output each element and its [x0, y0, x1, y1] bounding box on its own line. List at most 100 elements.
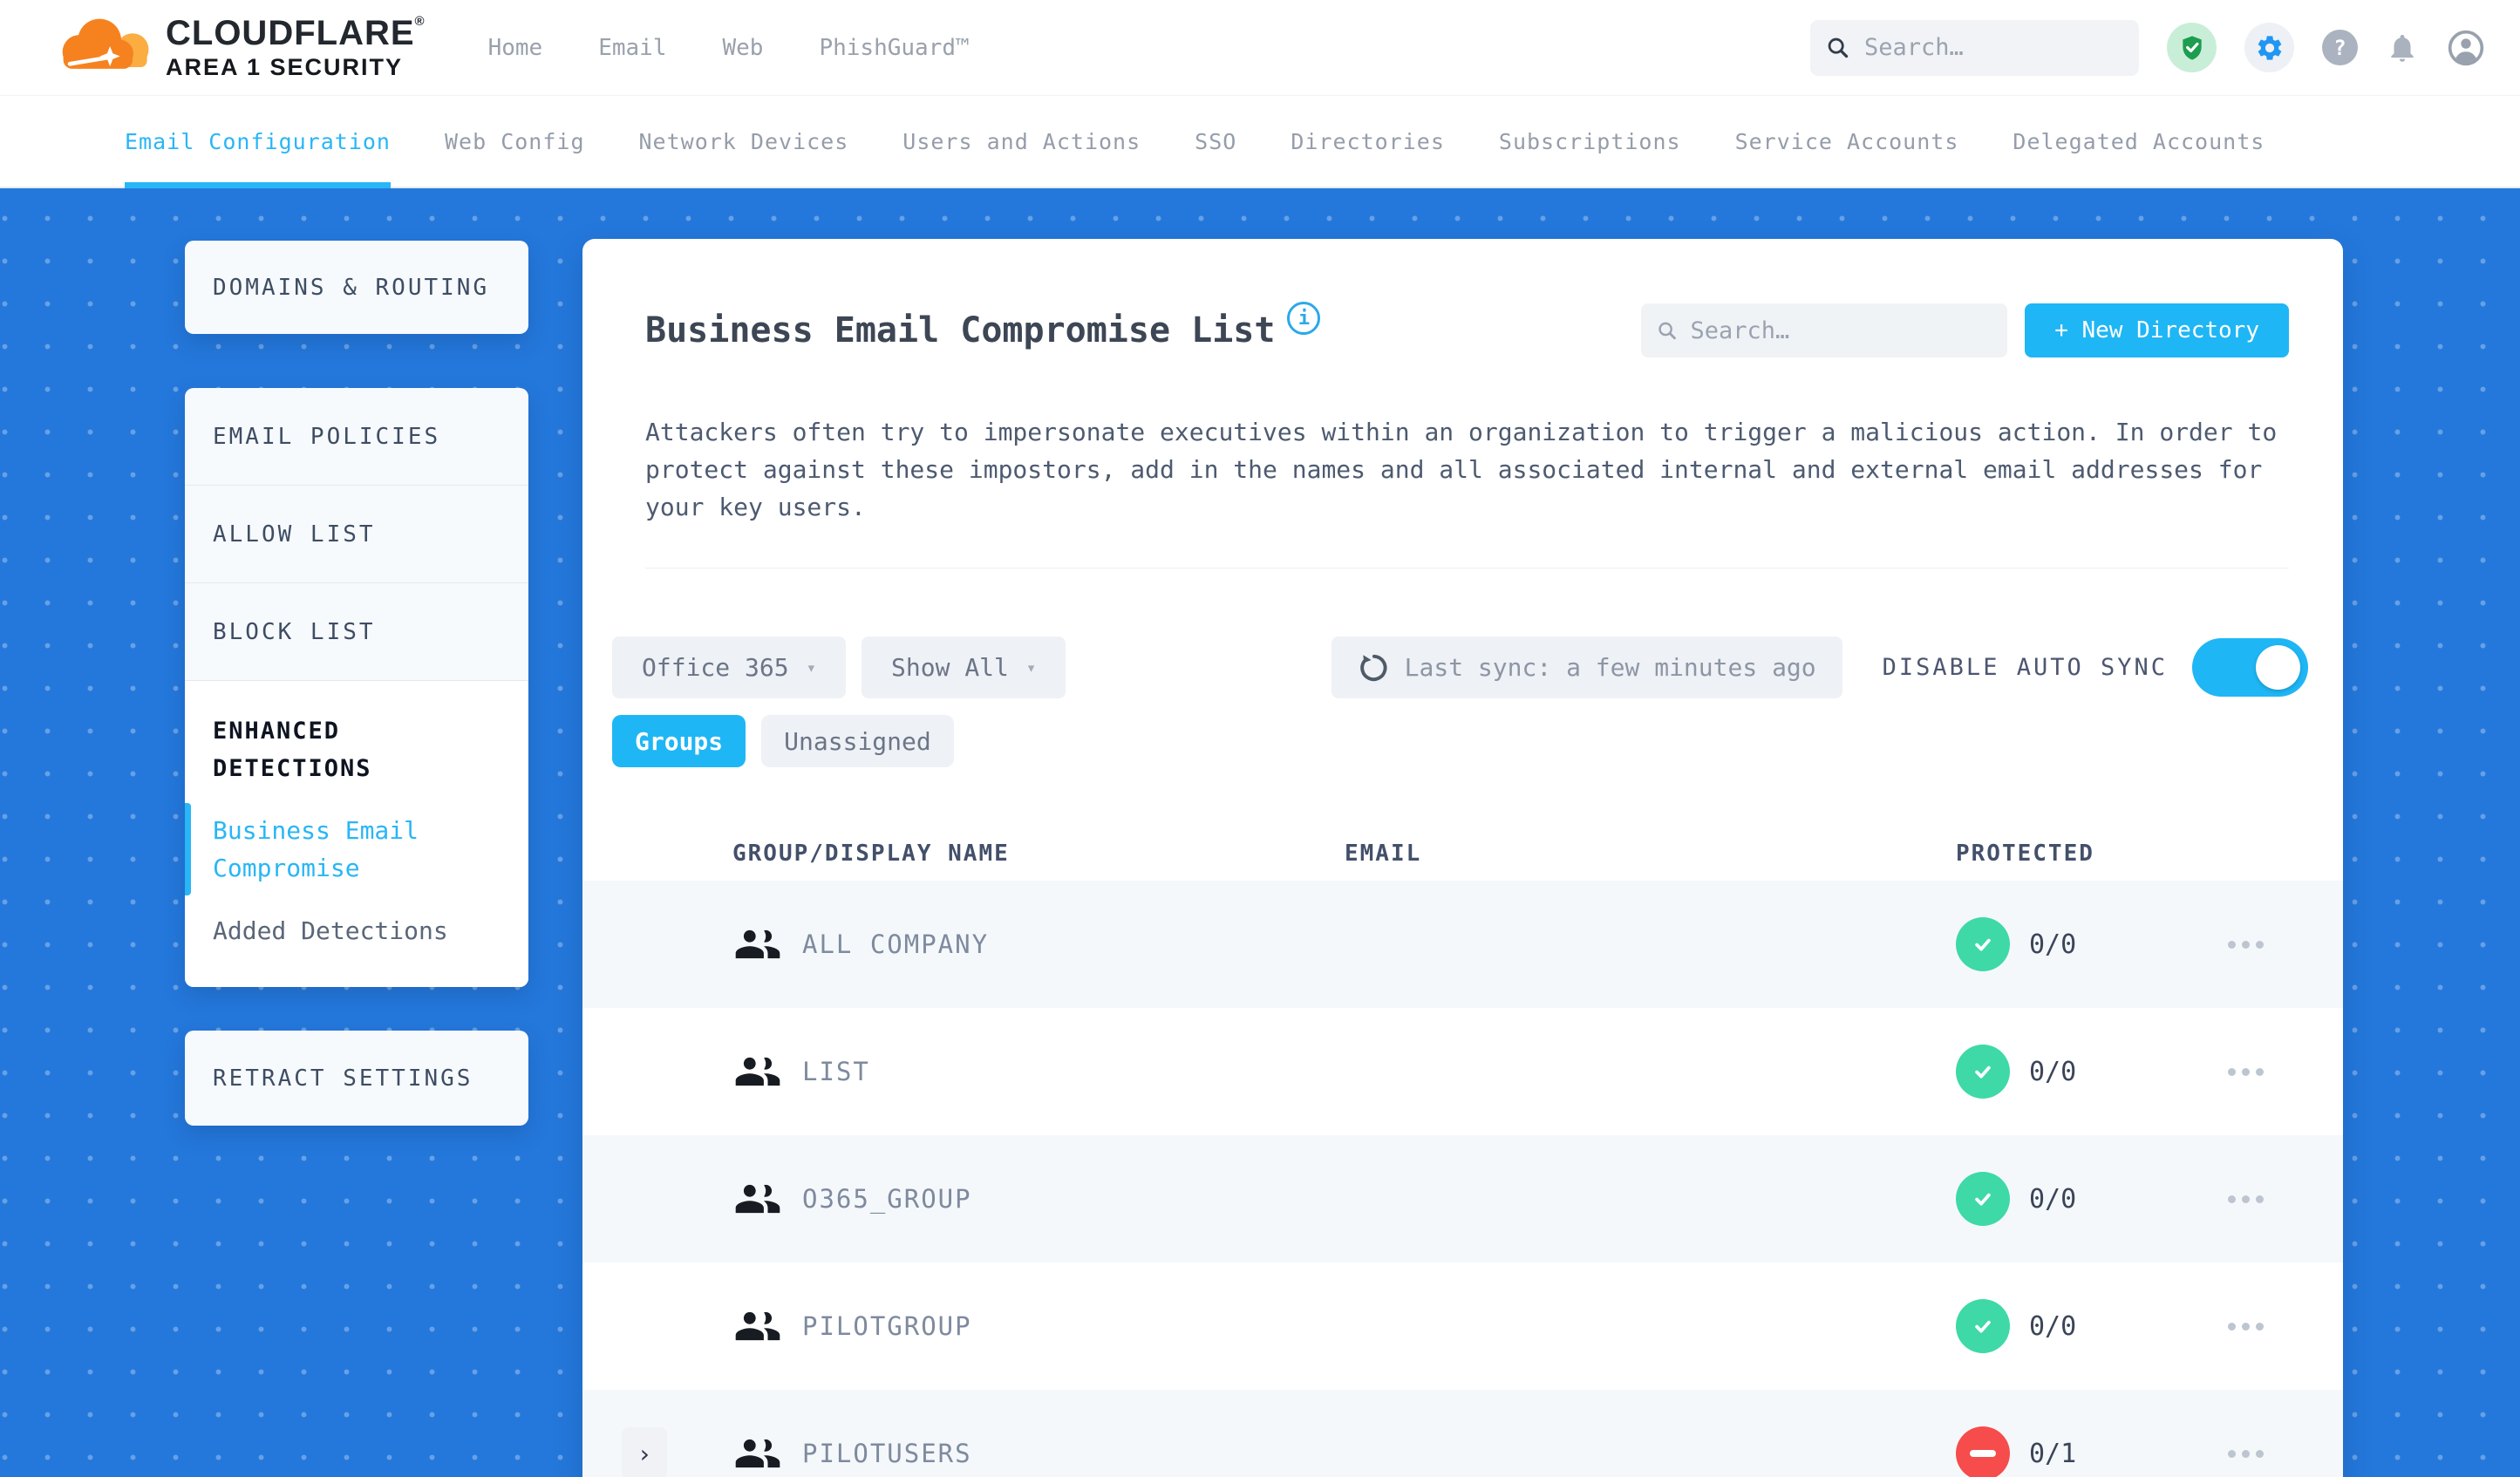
tab-sso[interactable]: SSO [1195, 96, 1236, 187]
toggle-knob [2256, 645, 2300, 690]
group-name: PILOTUSERS [802, 1439, 972, 1468]
topbar: CLOUDFLARE® AREA 1 SECURITY Home Email W… [0, 0, 2520, 96]
auto-sync-label: DISABLE AUTO SYNC [1882, 654, 2168, 681]
security-status-button[interactable] [2167, 23, 2217, 72]
auto-sync-toggle[interactable] [2192, 638, 2308, 697]
row-menu-button[interactable] [2219, 932, 2272, 957]
top-nav-phishguard[interactable]: PhishGuard™ [819, 35, 969, 61]
page: CLOUDFLARE® AREA 1 SECURITY Home Email W… [0, 0, 2520, 1477]
sidebar-item-enhanced-detections[interactable]: ENHANCED DETECTIONS [213, 712, 501, 787]
column-header-name: GROUP/DISPLAY NAME [732, 841, 1010, 867]
table-row[interactable]: PILOTGROUP 0/0 [582, 1263, 2343, 1390]
last-sync-button[interactable]: Last sync: a few minutes ago [1331, 636, 1842, 698]
group-name: LIST [802, 1057, 870, 1086]
active-indicator-bar [185, 803, 191, 895]
new-directory-button[interactable]: + New Directory [2025, 303, 2289, 357]
sidebar-item-added-detections[interactable]: Added Detections [213, 916, 501, 945]
column-header-protected: PROTECTED [1956, 841, 2094, 867]
protected-count: 0/0 [2029, 929, 2077, 960]
title-row: Business Email Compromise List i + New D… [645, 302, 2289, 357]
page-description: Attackers often try to impersonate execu… [645, 418, 2278, 521]
refresh-icon [1359, 654, 1387, 681]
settings-button[interactable] [2244, 23, 2294, 72]
show-filter-value: Show All [891, 653, 1009, 682]
brand-text: CLOUDFLARE® AREA 1 SECURITY [166, 14, 426, 81]
top-nav-home[interactable]: Home [488, 35, 543, 61]
table-row[interactable]: O365_GROUP 0/0 [582, 1135, 2343, 1263]
top-nav-web[interactable]: Web [723, 35, 764, 61]
brand-name: CLOUDFLARE® [166, 14, 426, 53]
groups-table: GROUP/DISPLAY NAME EMAIL PROTECTED ALL C… [582, 827, 2343, 1477]
row-menu-button[interactable] [2219, 1314, 2272, 1339]
sidebar-item-label: Business Email Compromise [213, 816, 419, 882]
list-search[interactable] [1641, 303, 2008, 357]
tab-email-configuration[interactable]: Email Configuration [125, 96, 391, 188]
table-row[interactable]: ALL COMPANY 0/0 [582, 881, 2343, 1008]
global-search-input[interactable] [1864, 34, 2123, 61]
tab-network-devices[interactable]: Network Devices [639, 96, 849, 187]
tab-web-config[interactable]: Web Config [445, 96, 585, 187]
protected-ok-icon [1956, 1299, 2010, 1353]
tab-unassigned[interactable]: Unassigned [761, 715, 954, 767]
brand-logo[interactable]: CLOUDFLARE® AREA 1 SECURITY [49, 14, 426, 82]
row-menu-button[interactable] [2219, 1187, 2272, 1212]
table-row[interactable]: › PILOTUSERS 0/1 [582, 1390, 2343, 1477]
show-filter-dropdown[interactable]: Show All ▾ [862, 636, 1066, 698]
column-header-email: EMAIL [1345, 841, 1422, 867]
search-icon [1828, 37, 1849, 58]
global-search[interactable] [1810, 19, 2139, 76]
list-search-input[interactable] [1690, 316, 1992, 344]
group-name: PILOTGROUP [802, 1311, 972, 1341]
expand-row-button[interactable]: › [622, 1427, 667, 1477]
group-icon [735, 1057, 780, 1086]
protected-count: 0/0 [2029, 1183, 2077, 1215]
table-header: GROUP/DISPLAY NAME EMAIL PROTECTED [582, 827, 2343, 881]
topbar-right: ? [1810, 19, 2485, 76]
section-navigation: Email Configuration Web Config Network D… [0, 96, 2520, 188]
tab-service-accounts[interactable]: Service Accounts [1735, 96, 1959, 187]
caret-down-icon: ▾ [1025, 657, 1037, 677]
notifications-button[interactable] [2386, 31, 2419, 65]
sidebar-item-retract-settings[interactable]: RETRACT SETTINGS [185, 1031, 528, 1126]
protected-ok-icon [1956, 917, 2010, 971]
protected-ok-icon [1956, 1172, 2010, 1226]
tab-users-and-actions[interactable]: Users and Actions [902, 96, 1141, 187]
group-icon [735, 929, 780, 959]
sidebar-item-block-list[interactable]: BLOCK LIST [185, 583, 528, 680]
tab-groups[interactable]: Groups [612, 715, 746, 767]
group-icon [735, 1439, 780, 1468]
group-icon [735, 1184, 780, 1214]
top-nav-email[interactable]: Email [598, 35, 666, 61]
top-navigation: Home Email Web PhishGuard™ [488, 35, 970, 61]
directory-dropdown-value: Office 365 [642, 653, 789, 682]
sidebar-item-domains-routing[interactable]: DOMAINS & ROUTING [185, 241, 528, 334]
last-sync-text: Last sync: a few minutes ago [1404, 653, 1816, 682]
tab-delegated-accounts[interactable]: Delegated Accounts [2013, 96, 2265, 187]
workspace: DOMAINS & ROUTING EMAIL POLICIES ALLOW L… [0, 188, 2520, 1477]
table-row[interactable]: LIST 0/0 [582, 1008, 2343, 1135]
filter-row: Office 365 ▾ Show All ▾ Last sync: a few… [582, 636, 2343, 698]
protected-count: 0/0 [2029, 1056, 2077, 1087]
content-card: Business Email Compromise List i + New D… [582, 239, 2343, 1477]
sidebar-card-policies: EMAIL POLICIES ALLOW LIST BLOCK LIST ENH… [185, 388, 528, 987]
brand-subtitle: AREA 1 SECURITY [166, 54, 404, 81]
cloudflare-cloud-icon [49, 14, 153, 82]
question-mark-icon: ? [2333, 35, 2346, 60]
tab-subscriptions[interactable]: Subscriptions [1499, 96, 1681, 187]
group-name: ALL COMPANY [802, 929, 990, 959]
row-menu-button[interactable] [2219, 1059, 2272, 1085]
sidebar-item-allow-list[interactable]: ALLOW LIST [185, 486, 528, 582]
help-button[interactable]: ? [2322, 30, 2358, 65]
info-icon[interactable]: i [1287, 302, 1321, 335]
sidebar-item-business-email-compromise[interactable]: Business Email Compromise [185, 803, 501, 895]
card-header: Business Email Compromise List i + New D… [582, 239, 2343, 568]
directory-dropdown[interactable]: Office 365 ▾ [612, 636, 847, 698]
group-icon [735, 1311, 780, 1341]
account-button[interactable] [2447, 29, 2485, 67]
row-menu-button[interactable] [2219, 1441, 2272, 1467]
caret-down-icon: ▾ [806, 657, 817, 677]
tab-directories[interactable]: Directories [1291, 96, 1445, 187]
bell-icon [2391, 34, 2414, 62]
sidebar-item-email-policies[interactable]: EMAIL POLICIES [185, 388, 528, 485]
page-title: Business Email Compromise List [645, 310, 1276, 351]
